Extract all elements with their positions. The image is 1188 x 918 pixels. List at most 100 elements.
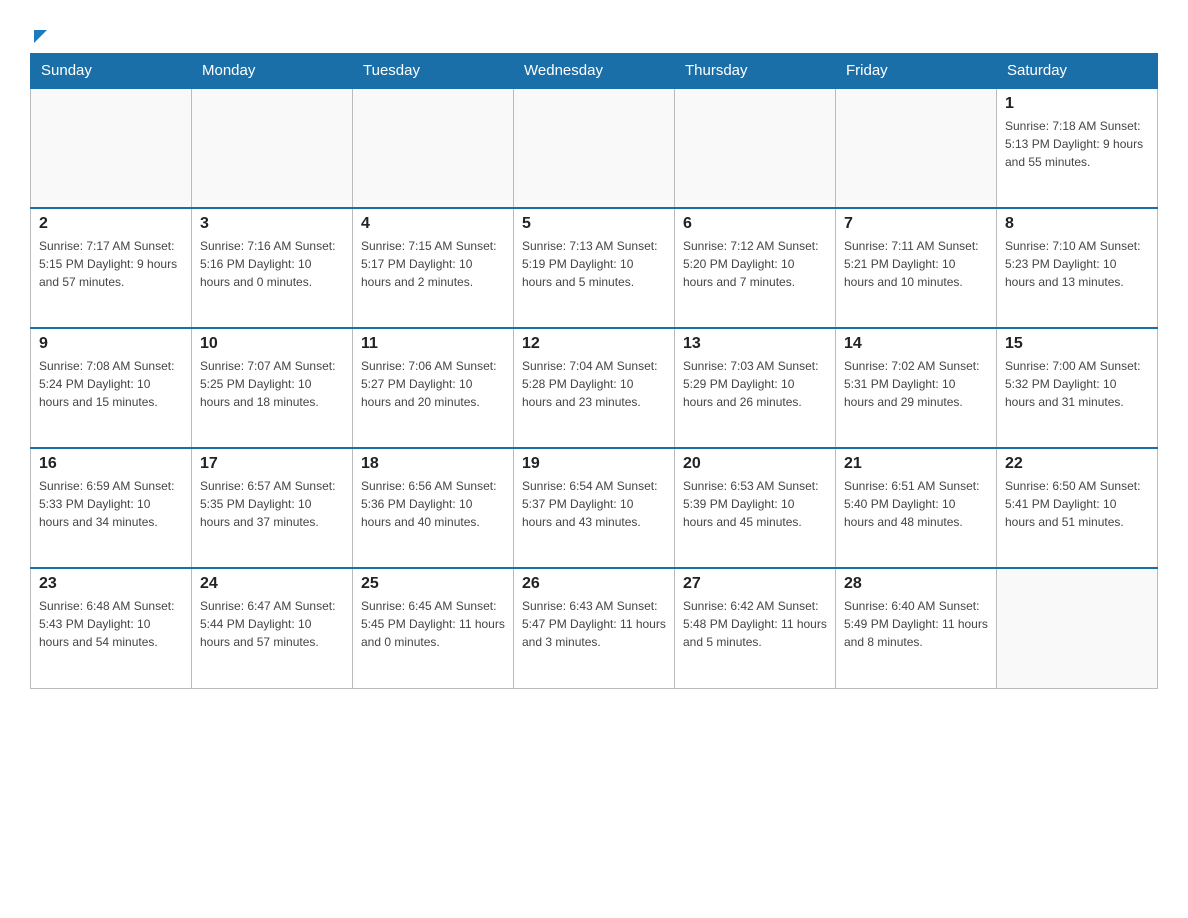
- calendar-cell: [353, 88, 514, 208]
- day-number: 23: [39, 575, 183, 593]
- day-info: Sunrise: 7:17 AM Sunset: 5:15 PM Dayligh…: [39, 237, 183, 291]
- day-number: 7: [844, 215, 988, 233]
- calendar-cell: 18 Sunrise: 6:56 AM Sunset: 5:36 PM Dayli…: [353, 448, 514, 568]
- day-info: Sunrise: 7:18 AM Sunset: 5:13 PM Dayligh…: [1005, 117, 1149, 171]
- day-number: 18: [361, 455, 505, 473]
- calendar-cell: 12Sunrise: 7:04 AM Sunset: 5:28 PM Dayli…: [514, 328, 675, 448]
- day-number: 26: [522, 575, 666, 593]
- day-info: Sunrise: 6:48 AM Sunset: 5:43 PM Dayligh…: [39, 597, 183, 651]
- calendar-cell: 16 Sunrise: 6:59 AM Sunset: 5:33 PM Dayli…: [31, 448, 192, 568]
- calendar-cell: 3 Sunrise: 7:16 AM Sunset: 5:16 PM Daylig…: [192, 208, 353, 328]
- calendar-cell: 23 Sunrise: 6:48 AM Sunset: 5:43 PM Dayli…: [31, 568, 192, 688]
- calendar-cell: 7 Sunrise: 7:11 AM Sunset: 5:21 PM Daylig…: [836, 208, 997, 328]
- week-row-2: 2 Sunrise: 7:17 AM Sunset: 5:15 PM Daylig…: [31, 208, 1158, 328]
- day-info: Sunrise: 6:47 AM Sunset: 5:44 PM Dayligh…: [200, 597, 344, 651]
- day-info: Sunrise: 6:53 AM Sunset: 5:39 PM Dayligh…: [683, 477, 827, 531]
- calendar-cell: 28 Sunrise: 6:40 AM Sunset: 5:49 PM Dayli…: [836, 568, 997, 688]
- day-info: Sunrise: 7:10 AM Sunset: 5:23 PM Dayligh…: [1005, 237, 1149, 291]
- calendar-cell: 2 Sunrise: 7:17 AM Sunset: 5:15 PM Daylig…: [31, 208, 192, 328]
- weekday-header-tuesday: Tuesday: [353, 54, 514, 89]
- day-number: 21: [844, 455, 988, 473]
- day-info: Sunrise: 6:43 AM Sunset: 5:47 PM Dayligh…: [522, 597, 666, 651]
- day-info: Sunrise: 7:16 AM Sunset: 5:16 PM Dayligh…: [200, 237, 344, 291]
- calendar-cell: 20 Sunrise: 6:53 AM Sunset: 5:39 PM Dayli…: [675, 448, 836, 568]
- weekday-header-row: SundayMondayTuesdayWednesdayThursdayFrid…: [31, 54, 1158, 89]
- day-number: 28: [844, 575, 988, 593]
- calendar-cell: 21 Sunrise: 6:51 AM Sunset: 5:40 PM Dayli…: [836, 448, 997, 568]
- calendar-cell: 22 Sunrise: 6:50 AM Sunset: 5:41 PM Dayli…: [997, 448, 1158, 568]
- day-number: 20: [683, 455, 827, 473]
- day-info: Sunrise: 6:59 AM Sunset: 5:33 PM Dayligh…: [39, 477, 183, 531]
- day-info: Sunrise: 7:08 AM Sunset: 5:24 PM Dayligh…: [39, 357, 183, 411]
- day-number: 27: [683, 575, 827, 593]
- calendar-cell: 13 Sunrise: 7:03 AM Sunset: 5:29 PM Dayli…: [675, 328, 836, 448]
- day-info: Sunrise: 7:00 AM Sunset: 5:32 PM Dayligh…: [1005, 357, 1149, 411]
- calendar-cell: 10 Sunrise: 7:07 AM Sunset: 5:25 PM Dayli…: [192, 328, 353, 448]
- day-number: 1: [1005, 95, 1149, 113]
- week-row-1: 1 Sunrise: 7:18 AM Sunset: 5:13 PM Daylig…: [31, 88, 1158, 208]
- day-number: 10: [200, 335, 344, 353]
- day-number: 25: [361, 575, 505, 593]
- weekday-header-saturday: Saturday: [997, 54, 1158, 89]
- calendar-cell: [836, 88, 997, 208]
- day-info: Sunrise: 6:56 AM Sunset: 5:36 PM Dayligh…: [361, 477, 505, 531]
- page-header: [30, 20, 1158, 43]
- day-info: Sunrise: 7:02 AM Sunset: 5:31 PM Dayligh…: [844, 357, 988, 411]
- weekday-header-friday: Friday: [836, 54, 997, 89]
- day-number: 24: [200, 575, 344, 593]
- calendar-cell: 5 Sunrise: 7:13 AM Sunset: 5:19 PM Daylig…: [514, 208, 675, 328]
- weekday-header-wednesday: Wednesday: [514, 54, 675, 89]
- day-number: 22: [1005, 455, 1149, 473]
- day-info: Sunrise: 6:45 AM Sunset: 5:45 PM Dayligh…: [361, 597, 505, 651]
- day-number: 11: [361, 335, 505, 353]
- day-info: Sunrise: 6:57 AM Sunset: 5:35 PM Dayligh…: [200, 477, 344, 531]
- day-number: 15: [1005, 335, 1149, 353]
- day-number: 6: [683, 215, 827, 233]
- week-row-4: 16 Sunrise: 6:59 AM Sunset: 5:33 PM Dayli…: [31, 448, 1158, 568]
- calendar-cell: [997, 568, 1158, 688]
- day-number: 13: [683, 335, 827, 353]
- day-info: Sunrise: 6:40 AM Sunset: 5:49 PM Dayligh…: [844, 597, 988, 651]
- calendar-cell: 27 Sunrise: 6:42 AM Sunset: 5:48 PM Dayli…: [675, 568, 836, 688]
- calendar-table: SundayMondayTuesdayWednesdayThursdayFrid…: [30, 53, 1158, 689]
- day-number: 4: [361, 215, 505, 233]
- day-number: 17: [200, 455, 344, 473]
- day-number: 5: [522, 215, 666, 233]
- calendar-cell: [192, 88, 353, 208]
- day-info: Sunrise: 7:03 AM Sunset: 5:29 PM Dayligh…: [683, 357, 827, 411]
- week-row-5: 23 Sunrise: 6:48 AM Sunset: 5:43 PM Dayli…: [31, 568, 1158, 688]
- day-info: Sunrise: 7:07 AM Sunset: 5:25 PM Dayligh…: [200, 357, 344, 411]
- day-info: Sunrise: 6:50 AM Sunset: 5:41 PM Dayligh…: [1005, 477, 1149, 531]
- calendar-cell: 4 Sunrise: 7:15 AM Sunset: 5:17 PM Daylig…: [353, 208, 514, 328]
- day-info: Sunrise: 7:13 AM Sunset: 5:19 PM Dayligh…: [522, 237, 666, 291]
- weekday-header-sunday: Sunday: [31, 54, 192, 89]
- day-info: Sunrise: 7:11 AM Sunset: 5:21 PM Dayligh…: [844, 237, 988, 291]
- day-info: Sunrise: 7:12 AM Sunset: 5:20 PM Dayligh…: [683, 237, 827, 291]
- day-number: 16: [39, 455, 183, 473]
- day-info: Sunrise: 7:15 AM Sunset: 5:17 PM Dayligh…: [361, 237, 505, 291]
- day-info: Sunrise: 6:42 AM Sunset: 5:48 PM Dayligh…: [683, 597, 827, 651]
- week-row-3: 9 Sunrise: 7:08 AM Sunset: 5:24 PM Daylig…: [31, 328, 1158, 448]
- calendar-cell: 25 Sunrise: 6:45 AM Sunset: 5:45 PM Dayli…: [353, 568, 514, 688]
- logo: [30, 30, 47, 43]
- calendar-cell: [514, 88, 675, 208]
- day-info: Sunrise: 7:06 AM Sunset: 5:27 PM Dayligh…: [361, 357, 505, 411]
- weekday-header-monday: Monday: [192, 54, 353, 89]
- day-info: Sunrise: 6:51 AM Sunset: 5:40 PM Dayligh…: [844, 477, 988, 531]
- calendar-cell: 14 Sunrise: 7:02 AM Sunset: 5:31 PM Dayli…: [836, 328, 997, 448]
- calendar-cell: [675, 88, 836, 208]
- calendar-cell: 17 Sunrise: 6:57 AM Sunset: 5:35 PM Dayli…: [192, 448, 353, 568]
- calendar-cell: 26 Sunrise: 6:43 AM Sunset: 5:47 PM Dayli…: [514, 568, 675, 688]
- day-number: 3: [200, 215, 344, 233]
- day-info: Sunrise: 7:04 AM Sunset: 5:28 PM Dayligh…: [522, 357, 666, 411]
- day-number: 2: [39, 215, 183, 233]
- calendar-cell: [31, 88, 192, 208]
- calendar-cell: 24 Sunrise: 6:47 AM Sunset: 5:44 PM Dayli…: [192, 568, 353, 688]
- weekday-header-thursday: Thursday: [675, 54, 836, 89]
- day-number: 9: [39, 335, 183, 353]
- calendar-cell: 1 Sunrise: 7:18 AM Sunset: 5:13 PM Daylig…: [997, 88, 1158, 208]
- day-number: 8: [1005, 215, 1149, 233]
- day-number: 19: [522, 455, 666, 473]
- day-number: 14: [844, 335, 988, 353]
- day-info: Sunrise: 6:54 AM Sunset: 5:37 PM Dayligh…: [522, 477, 666, 531]
